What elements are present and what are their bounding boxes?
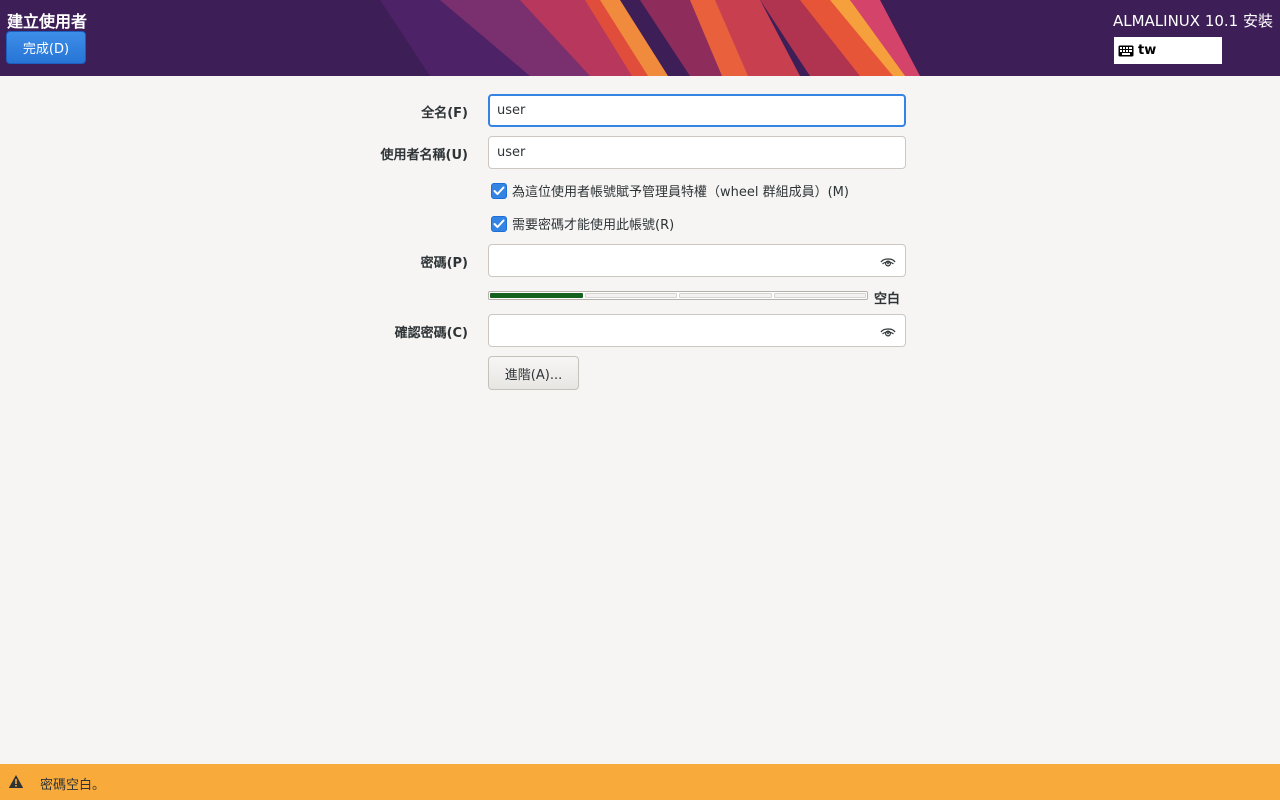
- header-bar: 建立使用者 完成(D) ALMALINUX 10.1 安裝 tw: [0, 0, 1280, 76]
- require-password-checkbox-row[interactable]: 需要密碼才能使用此帳號(R): [491, 214, 674, 233]
- warning-icon: [8, 774, 24, 793]
- admin-checkbox-label: 為這位使用者帳號賦予管理員特權（wheel 群組成員）(M): [512, 185, 849, 200]
- admin-checkbox-row[interactable]: 為這位使用者帳號賦予管理員特權（wheel 群組成員）(M): [491, 181, 849, 200]
- product-title: ALMALINUX 10.1 安裝: [1112, 12, 1273, 30]
- done-button[interactable]: 完成(D): [6, 31, 86, 64]
- require-password-checkbox-label: 需要密碼才能使用此帳號(R): [512, 218, 675, 233]
- confirm-password-input[interactable]: [489, 315, 869, 346]
- show-password-eye-icon[interactable]: [880, 254, 896, 268]
- password-label: 密碼(P): [420, 256, 468, 271]
- strength-segment: [773, 293, 866, 298]
- checkmark-icon: [493, 186, 505, 195]
- confirm-password-label: 確認密碼(C): [394, 326, 468, 341]
- status-message: 密碼空白。: [40, 778, 106, 793]
- password-field: [488, 244, 906, 277]
- username-input[interactable]: [488, 136, 906, 169]
- status-bar[interactable]: 密碼空白。: [0, 764, 1280, 800]
- password-input[interactable]: [489, 245, 869, 276]
- keyboard-layout-label: tw: [1138, 43, 1157, 58]
- fullname-label: 全名(F): [421, 106, 468, 121]
- strength-segment: [679, 293, 772, 298]
- username-label: 使用者名稱(U): [380, 148, 468, 163]
- checkmark-icon: [493, 219, 505, 228]
- fullname-input[interactable]: [488, 94, 906, 127]
- confirm-password-field: [488, 314, 906, 347]
- keyboard-layout-indicator[interactable]: tw: [1114, 37, 1222, 64]
- password-strength-bar: [488, 291, 868, 300]
- strength-segment: [584, 293, 677, 298]
- show-password-eye-icon[interactable]: [880, 324, 896, 338]
- advanced-button[interactable]: 進階(A)...: [488, 356, 579, 390]
- page-title: 建立使用者: [7, 12, 88, 31]
- header-artwork: [0, 0, 1280, 76]
- admin-checkbox[interactable]: [491, 182, 507, 199]
- strength-segment: [490, 293, 583, 298]
- password-strength-label: 空白: [874, 292, 901, 307]
- keyboard-icon: [1118, 45, 1134, 57]
- require-password-checkbox[interactable]: [491, 215, 507, 232]
